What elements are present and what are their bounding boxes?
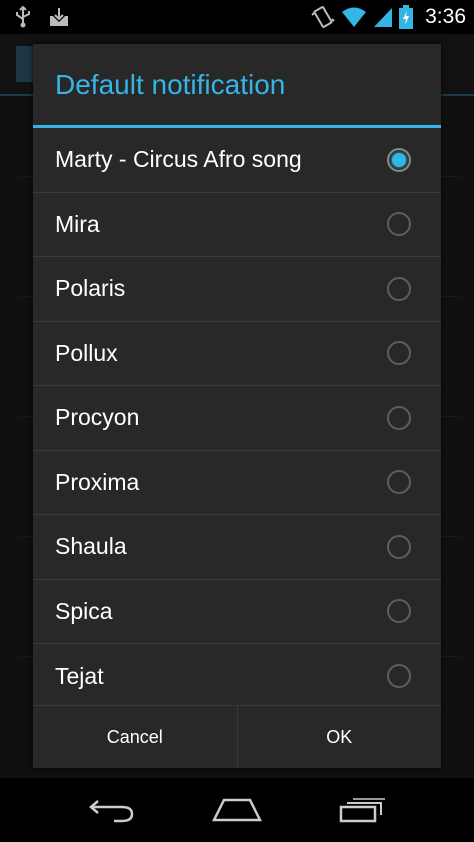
- screen: 3:36 Default notification Marty - Circus…: [0, 0, 474, 842]
- home-icon[interactable]: [197, 785, 277, 835]
- radio-button[interactable]: [387, 276, 411, 301]
- ringtone-list[interactable]: Marty - Circus Afro song Mira Polaris Po…: [33, 128, 441, 709]
- battery-charging-icon: [399, 5, 414, 29]
- radio-button[interactable]: [387, 341, 411, 366]
- dialog-button-bar: Cancel OK: [33, 705, 441, 768]
- ringtone-option[interactable]: Polaris: [33, 257, 441, 322]
- wifi-icon: [341, 6, 367, 28]
- vibrate-icon: [311, 5, 335, 29]
- ringtone-label: Procyon: [55, 404, 140, 431]
- status-bar: 3:36: [0, 0, 474, 34]
- radio-button[interactable]: [387, 599, 411, 624]
- ringtone-label: Pollux: [55, 339, 118, 366]
- cancel-button[interactable]: Cancel: [33, 706, 237, 768]
- ringtone-dialog: Default notification Marty - Circus Afro…: [33, 44, 441, 768]
- ringtone-option[interactable]: Mira: [33, 193, 441, 257]
- ringtone-option[interactable]: Spica: [33, 580, 441, 644]
- status-clock: 3:36: [425, 5, 466, 28]
- radio-button[interactable]: [387, 664, 411, 689]
- ringtone-label: Tejat: [55, 662, 104, 689]
- radio-button[interactable]: [387, 405, 411, 430]
- usb-icon: [14, 6, 32, 28]
- download-icon: [48, 6, 70, 28]
- back-icon[interactable]: [72, 785, 152, 835]
- ringtone-label: Spica: [55, 597, 113, 624]
- radio-button-checked[interactable]: [387, 147, 411, 172]
- ringtone-option[interactable]: Marty - Circus Afro song: [33, 128, 441, 193]
- ringtone-option[interactable]: Proxima: [33, 451, 441, 515]
- ringtone-label: Mira: [55, 210, 100, 237]
- ok-button[interactable]: OK: [236, 706, 442, 768]
- ringtone-option[interactable]: Shaula: [33, 515, 441, 580]
- radio-button[interactable]: [387, 470, 411, 495]
- radio-button[interactable]: [387, 534, 411, 559]
- recent-apps-icon[interactable]: [322, 785, 402, 835]
- ringtone-option[interactable]: Procyon: [33, 386, 441, 451]
- ringtone-label: Proxima: [55, 468, 140, 495]
- radio-button[interactable]: [387, 212, 411, 237]
- ringtone-option[interactable]: Pollux: [33, 322, 441, 386]
- ringtone-label: Marty - Circus Afro song: [55, 146, 302, 173]
- navigation-bar: [0, 778, 474, 842]
- ringtone-label: Polaris: [55, 275, 126, 302]
- ringtone-option[interactable]: Tejat: [33, 644, 441, 709]
- dialog-title: Default notification: [33, 44, 441, 128]
- signal-icon: [373, 6, 393, 28]
- ringtone-label: Shaula: [55, 533, 127, 560]
